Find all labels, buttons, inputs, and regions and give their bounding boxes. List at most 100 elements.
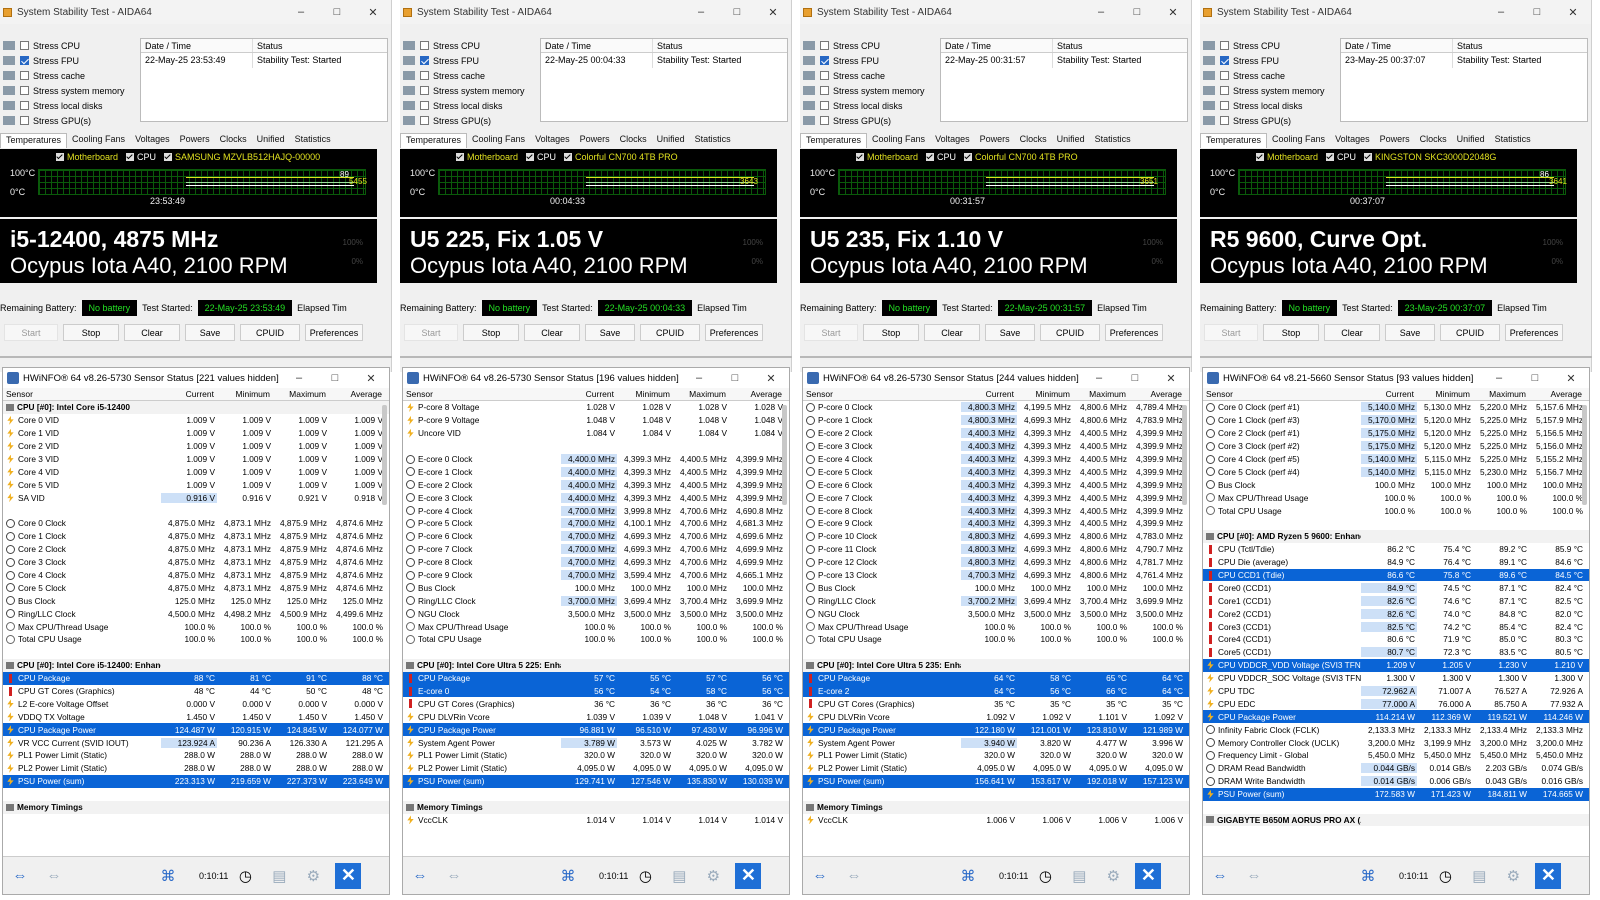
- stress-checkbox[interactable]: [420, 56, 429, 65]
- sensor-row[interactable]: PSU Power (sum) 223.313 W 219.659 W 227.373…: [3, 774, 389, 788]
- double-arrow-right-icon[interactable]: ⇔: [1242, 865, 1266, 887]
- double-arrow-right-icon[interactable]: ⇔: [842, 865, 866, 887]
- stress-checkbox[interactable]: [20, 56, 29, 65]
- maximize-button[interactable]: □: [319, 6, 355, 18]
- start-button[interactable]: Start: [804, 324, 858, 341]
- sensor-row[interactable]: E-core 9 Clock 4,400.3 MHz 4,399.3 MHz 4,40…: [803, 517, 1189, 530]
- gear-icon[interactable]: ⚙: [301, 865, 325, 887]
- sensor-row[interactable]: E-core 3 Clock 4,400.3 MHz 4,399.3 MHz 4,40…: [803, 440, 1189, 453]
- sensor-row[interactable]: Total CPU Usage 100.0 % 100.0 % 100.0 % 100.…: [403, 633, 789, 646]
- sensor-row[interactable]: P-core 0 Clock 4,800.3 MHz 4,199.5 MHz 4,80…: [803, 401, 1189, 414]
- clear-button[interactable]: Clear: [524, 324, 580, 341]
- stress-option[interactable]: Stress system memory: [800, 83, 935, 98]
- sensor-row[interactable]: Core5 (CCD1) 80.7 °C 72.3 °C 83.5 °C 80.5 °C: [1203, 646, 1589, 659]
- close-icon[interactable]: ✕: [735, 862, 762, 889]
- sensor-row[interactable]: E-core 3 Clock 4,400.0 MHz 4,399.3 MHz 4,40…: [403, 491, 789, 504]
- sensor-row[interactable]: CPU Package Power 114.214 W 112.369 W 119.5…: [1203, 710, 1589, 724]
- stress-checkbox[interactable]: [420, 101, 429, 110]
- tab-unified[interactable]: Unified: [652, 133, 690, 148]
- sensor-row[interactable]: Bus Clock 100.0 MHz 100.0 MHz 100.0 MHz 100.…: [403, 581, 789, 594]
- sensor-row[interactable]: Infinity Fabric Clock (FCLK) 2,133.3 MHz 2…: [1203, 723, 1589, 736]
- legend-item[interactable]: CPU: [526, 152, 556, 162]
- legend-item[interactable]: Colorful CN700 4TB PRO: [564, 152, 678, 162]
- sensor-row[interactable]: Total CPU Usage 100.0 % 100.0 % 100.0 % 100.…: [1203, 504, 1589, 517]
- close-button[interactable]: ✕: [1153, 372, 1189, 385]
- stress-checkbox[interactable]: [1220, 86, 1229, 95]
- column-header-maximum[interactable]: Maximum: [1073, 389, 1129, 399]
- stress-option[interactable]: Stress CPU: [400, 38, 535, 53]
- gear-icon[interactable]: ⚙: [1501, 865, 1525, 887]
- network-icon[interactable]: ⌘: [956, 865, 980, 887]
- sensor-row[interactable]: [403, 788, 789, 801]
- legend-item[interactable]: CPU: [926, 152, 956, 162]
- legend-item[interactable]: CPU: [1326, 152, 1356, 162]
- sensor-row[interactable]: Memory Controller Clock (UCLK) 3,200.0 MH…: [1203, 736, 1589, 749]
- sensor-row[interactable]: CPU Package Power 122.180 W 121.001 W 123.8…: [803, 723, 1189, 737]
- column-header-current[interactable]: Current: [561, 389, 617, 399]
- column-header-maximum[interactable]: Maximum: [673, 389, 729, 399]
- preferences-button[interactable]: Preferences: [705, 324, 763, 341]
- preferences-button[interactable]: Preferences: [1505, 324, 1563, 341]
- stress-checkbox[interactable]: [820, 41, 829, 50]
- sensor-row[interactable]: P-core 1 Clock 4,800.3 MHz 4,699.3 MHz 4,80…: [803, 414, 1189, 427]
- tab-statistics[interactable]: Statistics: [1490, 133, 1536, 148]
- stop-button[interactable]: Stop: [463, 324, 519, 341]
- cpuid-button[interactable]: CPUID: [240, 324, 300, 341]
- legend-checkbox[interactable]: [56, 153, 64, 161]
- stress-option[interactable]: Stress CPU: [0, 38, 135, 53]
- legend-checkbox[interactable]: [126, 153, 135, 161]
- sensor-row[interactable]: NGU Clock 3,500.0 MHz 3,500.0 MHz 3,500.0 M…: [403, 607, 789, 620]
- stopwatch-icon[interactable]: ◷: [633, 865, 657, 887]
- sensor-row[interactable]: VDDQ TX Voltage 1.450 V 1.450 V 1.450 V 1.45…: [3, 710, 389, 723]
- column-header-average[interactable]: Average: [729, 389, 785, 399]
- stress-checkbox[interactable]: [20, 86, 29, 95]
- sensor-row[interactable]: Core 1 Clock (perf #3) 5,170.0 MHz 5,120.0…: [1203, 414, 1589, 427]
- sensor-row[interactable]: Core 2 Clock (perf #1) 5,175.0 MHz 5,120.0…: [1203, 427, 1589, 440]
- stop-button[interactable]: Stop: [63, 324, 119, 341]
- stress-checkbox[interactable]: [20, 116, 29, 125]
- tab-temperatures[interactable]: Temperatures: [800, 133, 868, 148]
- minimize-button[interactable]: –: [1081, 372, 1117, 384]
- stress-checkbox[interactable]: [820, 101, 829, 110]
- column-header-current[interactable]: Current: [1361, 389, 1417, 399]
- sensor-row[interactable]: Core 4 Clock (perf #5) 5,140.0 MHz 5,115.0…: [1203, 453, 1589, 466]
- stress-checkbox[interactable]: [20, 41, 29, 50]
- column-header-current[interactable]: Current: [161, 389, 217, 399]
- sensor-row[interactable]: E-core 0 Clock 4,400.0 MHz 4,399.3 MHz 4,40…: [403, 453, 789, 466]
- legend-checkbox[interactable]: [964, 153, 973, 161]
- sensor-row[interactable]: P-core 9 Clock 4,700.0 MHz 3,599.4 MHz 4,70…: [403, 569, 789, 582]
- tab-statistics[interactable]: Statistics: [290, 133, 336, 148]
- sensor-row[interactable]: Core 5 Clock 4,875.0 MHz 4,873.1 MHz 4,875.…: [3, 581, 389, 594]
- stopwatch-icon[interactable]: ◷: [233, 865, 257, 887]
- start-button[interactable]: Start: [404, 324, 458, 341]
- sensor-row[interactable]: CPU Package 64 °C 58 °C 65 °C 64 °C: [803, 671, 1189, 685]
- report-icon[interactable]: ▤: [1067, 865, 1091, 887]
- stress-option[interactable]: Stress system memory: [0, 83, 135, 98]
- stress-option[interactable]: Stress GPU(s): [1200, 113, 1335, 128]
- sensor-row[interactable]: CPU Package Power 96.881 W 96.510 W 97.430 …: [403, 723, 789, 737]
- legend-item[interactable]: Motherboard: [56, 152, 118, 162]
- sensor-row[interactable]: [3, 504, 389, 517]
- sensor-row[interactable]: Core 4 VID 1.009 V 1.009 V 1.009 V 1.009 V: [3, 465, 389, 478]
- minimize-button[interactable]: –: [681, 372, 717, 384]
- column-header-sensor[interactable]: Sensor: [803, 389, 961, 399]
- stress-option[interactable]: Stress FPU: [800, 53, 935, 68]
- start-button[interactable]: Start: [4, 324, 58, 341]
- stress-option[interactable]: Stress local disks: [800, 98, 935, 113]
- sensor-row[interactable]: Max CPU/Thread Usage 100.0 % 100.0 % 100.0 …: [803, 620, 1189, 633]
- sensor-row[interactable]: E-core 0 56 °C 54 °C 58 °C 56 °C: [403, 684, 789, 698]
- vertical-scrollbar[interactable]: [382, 405, 387, 505]
- preferences-button[interactable]: Preferences: [1105, 324, 1163, 341]
- sensor-row[interactable]: CPU EDC 77.000 A 76.000 A 85.750 A 77.932 A: [1203, 697, 1589, 710]
- save-button[interactable]: Save: [585, 324, 635, 341]
- tab-voltages[interactable]: Voltages: [130, 133, 175, 148]
- sensor-group[interactable]: Memory Timings: [403, 800, 789, 814]
- sensor-row[interactable]: PL1 Power Limit (Static) 320.0 W 320.0 W 32…: [803, 749, 1189, 762]
- report-icon[interactable]: ▤: [667, 865, 691, 887]
- sensor-group[interactable]: CPU [#0]: Intel Core Ultra 5 235: Enhanc…: [803, 658, 1189, 672]
- sensor-row[interactable]: Core 2 Clock 4,875.0 MHz 4,873.1 MHz 4,875.…: [3, 543, 389, 556]
- close-button[interactable]: ✕: [1553, 372, 1589, 385]
- sensor-row[interactable]: P-core 8 Voltage 1.028 V 1.028 V 1.028 V 1.0…: [403, 401, 789, 414]
- column-header-average[interactable]: Average: [1529, 389, 1585, 399]
- sensor-row[interactable]: P-core 10 Clock 4,800.3 MHz 4,699.3 MHz 4,8…: [803, 530, 1189, 543]
